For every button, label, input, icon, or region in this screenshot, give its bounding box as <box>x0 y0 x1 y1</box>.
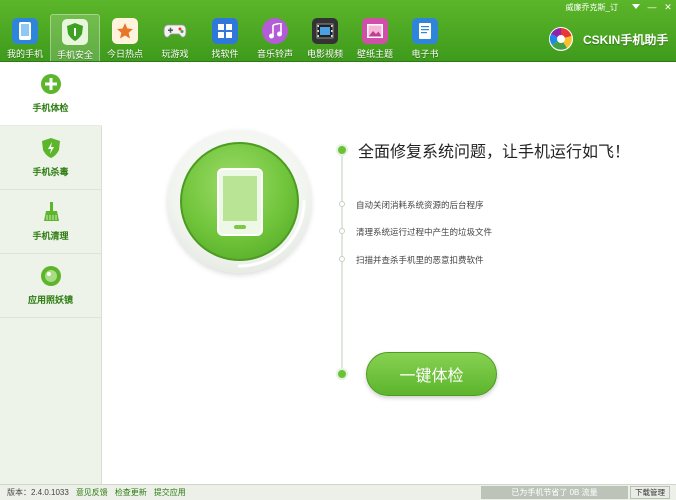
nav-label: 音乐铃声 <box>256 49 293 59</box>
timeline-dot <box>336 368 348 380</box>
cskin-logo-icon <box>549 27 573 51</box>
nav-music-ringtones[interactable]: 音乐铃声 <box>250 14 300 62</box>
nav-find-software[interactable]: 找软件 <box>200 14 250 62</box>
music-icon <box>262 18 288 44</box>
close-button[interactable]: ✕ <box>660 0 676 14</box>
user-name[interactable]: 威廉乔克斯_订 <box>566 2 618 13</box>
minimize-button[interactable]: — <box>644 0 660 14</box>
timeline-dot <box>339 201 345 207</box>
brand: CSKIN手机助手 <box>548 26 668 52</box>
nav-games[interactable]: 玩游戏 <box>150 14 200 62</box>
phone-checkup-ring <box>168 130 311 273</box>
sidebar: 手机体检 手机杀毒 手机清理 应用照妖镜 <box>0 62 102 484</box>
version-text: 版本：2.4.0.1033 <box>7 488 69 497</box>
sidebar-item-label: 手机清理 <box>32 231 69 241</box>
gamepad-icon <box>162 18 188 44</box>
check-update-link[interactable]: 检查更新 <box>115 487 147 498</box>
nav-phone-security[interactable]: 手机安全 <box>50 14 100 62</box>
one-click-checkup-button[interactable]: 一键体检 <box>366 352 497 396</box>
submit-app-link[interactable]: 提交应用 <box>154 487 186 498</box>
nav-label: 手机安全 <box>56 50 93 60</box>
sidebar-item-antivirus[interactable]: 手机杀毒 <box>0 126 101 190</box>
checkup-headline: 全面修复系统问题，让手机运行如飞！ <box>358 144 631 161</box>
feedback-link[interactable]: 意见反馈 <box>76 487 108 498</box>
nav-label: 今日热点 <box>106 49 143 59</box>
phone-icon <box>12 18 38 44</box>
mirror-icon <box>40 265 62 287</box>
nav-label: 我的手机 <box>6 49 43 59</box>
nav-label: 找软件 <box>211 49 239 59</box>
main-nav: 我的手机 手机安全 今日热点 玩游戏 找软件 音乐铃声 电影视频 壁纸主题 电子… <box>0 14 450 62</box>
nav-ebooks[interactable]: 电子书 <box>400 14 450 62</box>
status-bar: 版本：2.4.0.1033 意见反馈 检查更新 提交应用 已为手机节省了 0B … <box>0 484 676 500</box>
timeline-dot <box>339 256 345 262</box>
lightning-shield-icon <box>40 137 62 159</box>
brand-name: CSKIN手机助手 <box>583 32 669 47</box>
sidebar-item-label: 应用照妖镜 <box>27 295 73 305</box>
top-header: 威廉乔克斯_订 — ✕ 我的手机 手机安全 今日热点 玩游戏 找软件 音乐铃声 … <box>0 0 676 62</box>
nav-label: 电子书 <box>411 49 439 59</box>
feature-item: 清理系统运行过程中产生的垃圾文件 <box>356 227 493 237</box>
nav-my-phone[interactable]: 我的手机 <box>0 14 50 62</box>
dropdown-icon[interactable] <box>628 0 644 14</box>
plus-circle-icon <box>40 73 62 95</box>
timeline-dot <box>339 228 345 234</box>
timeline-dot <box>336 144 348 156</box>
checkup-panel: 全面修复系统问题，让手机运行如飞！ 自动关闭消耗系统资源的后台程序 清理系统运行… <box>103 62 676 484</box>
timeline-line <box>341 149 343 375</box>
sidebar-item-cleanup[interactable]: 手机清理 <box>0 190 101 254</box>
wallpaper-icon <box>362 18 388 44</box>
book-icon <box>412 18 438 44</box>
feature-item: 扫描并查杀手机里的恶意扣费软件 <box>356 255 484 265</box>
traffic-saved-text: 已为手机节省了 0B 流量 <box>481 486 628 499</box>
nav-wallpaper-themes[interactable]: 壁纸主题 <box>350 14 400 62</box>
feature-item: 自动关闭消耗系统资源的后台程序 <box>356 200 484 210</box>
nav-label: 壁纸主题 <box>356 49 393 59</box>
apps-icon <box>212 18 238 44</box>
sidebar-item-label: 手机体检 <box>32 103 69 113</box>
phone-badge <box>180 142 299 261</box>
broom-icon <box>40 201 62 223</box>
nav-movies-video[interactable]: 电影视频 <box>300 14 350 62</box>
nav-label: 玩游戏 <box>161 49 189 59</box>
sidebar-item-label: 手机杀毒 <box>32 167 69 177</box>
nav-today-hot[interactable]: 今日热点 <box>100 14 150 62</box>
download-manager-button[interactable]: 下载管理 <box>630 486 670 499</box>
nav-label: 电影视频 <box>306 49 343 59</box>
sidebar-item-phone-checkup[interactable]: 手机体检 <box>0 62 102 126</box>
film-icon <box>312 18 338 44</box>
sidebar-item-app-mirror[interactable]: 应用照妖镜 <box>0 254 101 318</box>
star-icon <box>112 18 138 44</box>
shield-icon <box>62 19 88 45</box>
title-bar: 威廉乔克斯_订 — ✕ <box>566 0 676 14</box>
tablet-icon <box>216 167 263 236</box>
